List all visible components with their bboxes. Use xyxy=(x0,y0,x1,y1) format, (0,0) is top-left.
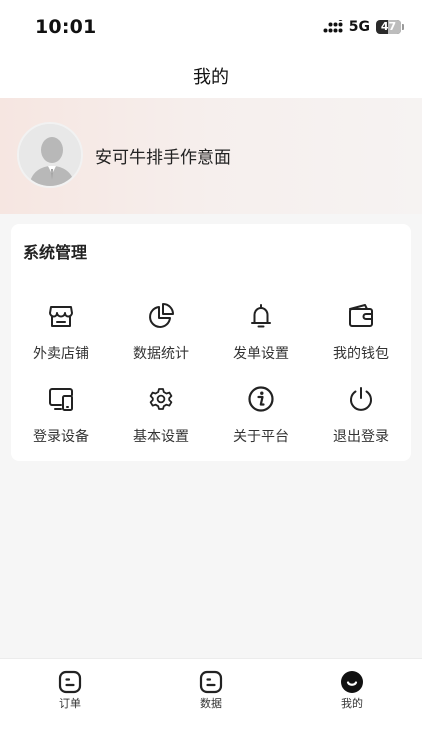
tab-orders[interactable]: 订单 xyxy=(30,659,110,719)
battery-icon: 47 xyxy=(376,20,404,34)
menu-item-my-wallet[interactable]: 我的钱包 xyxy=(311,302,411,368)
data-tab-icon xyxy=(199,670,223,694)
profile-tab-icon xyxy=(341,671,363,693)
network-type: 5G xyxy=(348,19,370,35)
avatar-placeholder-icon xyxy=(19,124,81,186)
menu-item-data-statistics[interactable]: 数据统计 xyxy=(111,302,211,368)
system-management-card: 系统管理 外卖店铺 数据统计 发单设置 我的钱包 登录设备 基本设置 关于平台 … xyxy=(11,224,411,461)
menu-item-label: 我的钱包 xyxy=(333,346,389,362)
menu-item-label: 登录设备 xyxy=(33,429,89,445)
profile-banner[interactable]: 安可牛排手作意面 xyxy=(0,98,422,214)
wallet-icon xyxy=(349,304,373,327)
menu-item-label: 退出登录 xyxy=(333,429,389,445)
status-bar: 10:01 5G 47 xyxy=(0,0,422,56)
status-time: 10:01 xyxy=(35,16,97,38)
profile-screen: 10:01 5G 47 我的 安可牛排手作意面 系统管理 外卖店铺 数据统计 发… xyxy=(0,0,422,750)
status-indicators: 5G 47 xyxy=(323,19,404,35)
order-tab-icon xyxy=(58,670,82,694)
devices-icon xyxy=(49,388,73,411)
tab-data[interactable]: 数据 xyxy=(171,659,251,719)
menu-item-basic-settings[interactable]: 基本设置 xyxy=(111,385,211,451)
shop-name: 安可牛排手作意面 xyxy=(95,148,231,168)
menu-item-label: 数据统计 xyxy=(133,346,189,362)
menu-item-label: 发单设置 xyxy=(233,346,289,362)
menu-item-login-devices[interactable]: 登录设备 xyxy=(11,385,111,451)
menu-item-label: 关于平台 xyxy=(233,429,289,445)
tab-label: 我的 xyxy=(341,697,363,710)
gear-icon xyxy=(149,388,173,410)
menu-item-takeout-store[interactable]: 外卖店铺 xyxy=(11,302,111,368)
card-title: 系统管理 xyxy=(23,243,88,262)
menu-item-logout[interactable]: 退出登录 xyxy=(311,385,411,451)
tab-label: 数据 xyxy=(200,697,222,710)
avatar[interactable] xyxy=(17,122,83,188)
store-icon xyxy=(49,306,73,327)
menu-item-dispatch-settings[interactable]: 发单设置 xyxy=(211,302,311,368)
menu-item-about-platform[interactable]: 关于平台 xyxy=(211,385,311,451)
bell-icon xyxy=(251,304,271,328)
tab-label: 订单 xyxy=(59,697,81,710)
menu-item-label: 基本设置 xyxy=(133,429,189,445)
tab-mine[interactable]: 我的 xyxy=(312,659,392,719)
tab-bar: 订单 数据 我的 xyxy=(0,658,422,750)
info-icon xyxy=(248,386,274,412)
page-title: 我的 xyxy=(193,67,229,88)
signal-icon xyxy=(323,20,343,33)
menu-item-label: 外卖店铺 xyxy=(33,346,89,362)
nav-header: 我的 xyxy=(0,56,422,98)
battery-level: 47 xyxy=(380,20,397,33)
power-icon xyxy=(350,387,372,411)
pie-chart-icon xyxy=(149,303,174,328)
